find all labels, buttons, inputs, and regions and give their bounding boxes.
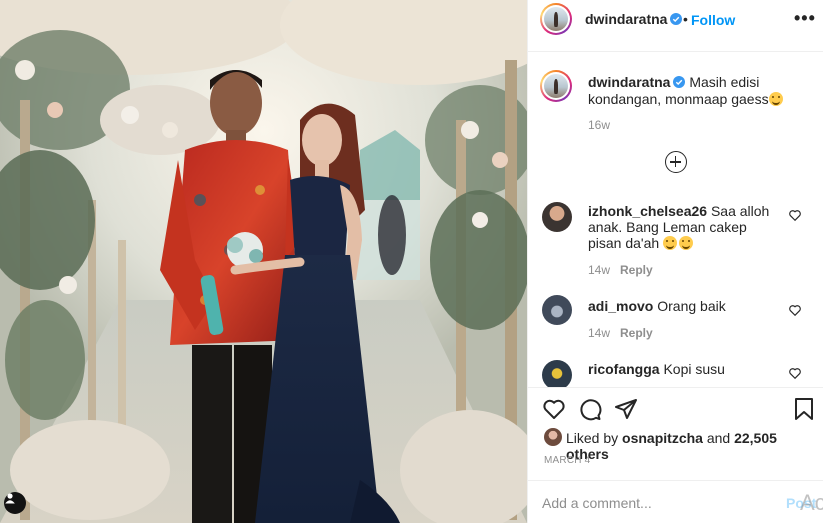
liked-by-username[interactable]: osnapitzcha bbox=[622, 430, 703, 446]
grinning-emoji-icon bbox=[768, 92, 783, 106]
header-username-text[interactable]: dwindaratna bbox=[585, 11, 667, 27]
comment-item: ricofangga Kopi susu bbox=[528, 358, 823, 387]
caption-timestamp[interactable]: 16w bbox=[588, 118, 610, 132]
heart-icon[interactable] bbox=[542, 397, 566, 421]
plus-circle-icon[interactable] bbox=[665, 151, 687, 173]
paper-plane-icon[interactable] bbox=[614, 397, 638, 421]
comment-time[interactable]: 14w bbox=[588, 326, 610, 340]
post-side-panel: dwindaratna • Follow ••• dwindaratna Mas… bbox=[527, 0, 823, 523]
comment-meta: 14w Reply bbox=[588, 326, 653, 340]
comment-username[interactable]: izhonk_chelsea26 bbox=[588, 203, 707, 219]
header-username[interactable]: dwindaratna bbox=[585, 11, 683, 27]
comment-username[interactable]: ricofangga bbox=[588, 361, 660, 377]
divider bbox=[528, 387, 823, 388]
comment-item: izhonk_chelsea26 Saa alloh anak. Bang Le… bbox=[528, 200, 823, 280]
heart-icon[interactable] bbox=[788, 303, 802, 317]
comment-text: adi_movo Orang baik bbox=[588, 298, 784, 314]
comment-body: Orang baik bbox=[657, 298, 726, 314]
avatar[interactable] bbox=[540, 3, 572, 35]
add-comment-bar: Post bbox=[528, 480, 823, 523]
grimacing-emoji-icon bbox=[663, 236, 678, 250]
avatar[interactable] bbox=[542, 360, 572, 387]
add-comment-input[interactable] bbox=[542, 493, 772, 513]
user-tag-icon[interactable] bbox=[4, 492, 26, 514]
post-comment-button[interactable]: Post bbox=[786, 495, 816, 511]
comment-text: izhonk_chelsea26 Saa alloh anak. Bang Le… bbox=[588, 203, 784, 251]
avatar[interactable] bbox=[542, 295, 572, 325]
comment-username[interactable]: adi_movo bbox=[588, 298, 653, 314]
avatar[interactable] bbox=[544, 428, 562, 446]
comment-bubble-icon[interactable] bbox=[578, 397, 602, 421]
post-date[interactable]: MARCH 4 bbox=[544, 455, 590, 466]
avatar[interactable] bbox=[542, 202, 572, 232]
grimacing-emoji-icon bbox=[679, 236, 694, 250]
heart-icon[interactable] bbox=[788, 366, 802, 380]
bookmark-icon[interactable] bbox=[792, 397, 816, 421]
comment-time[interactable]: 14w bbox=[588, 263, 610, 277]
heart-icon[interactable] bbox=[788, 208, 802, 222]
reply-button[interactable]: Reply bbox=[620, 263, 653, 277]
likes-summary: Liked by osnapitzcha and 22,505 others bbox=[566, 430, 823, 462]
reply-button[interactable]: Reply bbox=[620, 326, 653, 340]
caption-avatar[interactable] bbox=[540, 70, 572, 102]
verified-badge-icon bbox=[673, 76, 686, 88]
post-header: dwindaratna • Follow ••• bbox=[528, 0, 823, 52]
comment-text: ricofangga Kopi susu bbox=[588, 361, 784, 377]
more-options-icon[interactable]: ••• bbox=[794, 8, 816, 29]
likes-prefix: Liked by bbox=[566, 430, 619, 446]
comment-meta: 14w Reply bbox=[588, 263, 653, 277]
post-photo[interactable] bbox=[0, 0, 527, 523]
follow-button[interactable]: Follow bbox=[691, 12, 735, 28]
comment-item: adi_movo Orang baik 14w Reply bbox=[528, 295, 823, 345]
likes-middle: and bbox=[706, 430, 731, 446]
wedding-couple-photo bbox=[0, 0, 527, 523]
comment-body: Kopi susu bbox=[663, 361, 725, 377]
caption-username[interactable]: dwindaratna bbox=[588, 74, 670, 90]
caption: dwindaratna Masih edisi kondangan, monma… bbox=[588, 74, 798, 108]
verified-badge-icon bbox=[670, 13, 683, 25]
header-separator: • bbox=[683, 11, 688, 27]
